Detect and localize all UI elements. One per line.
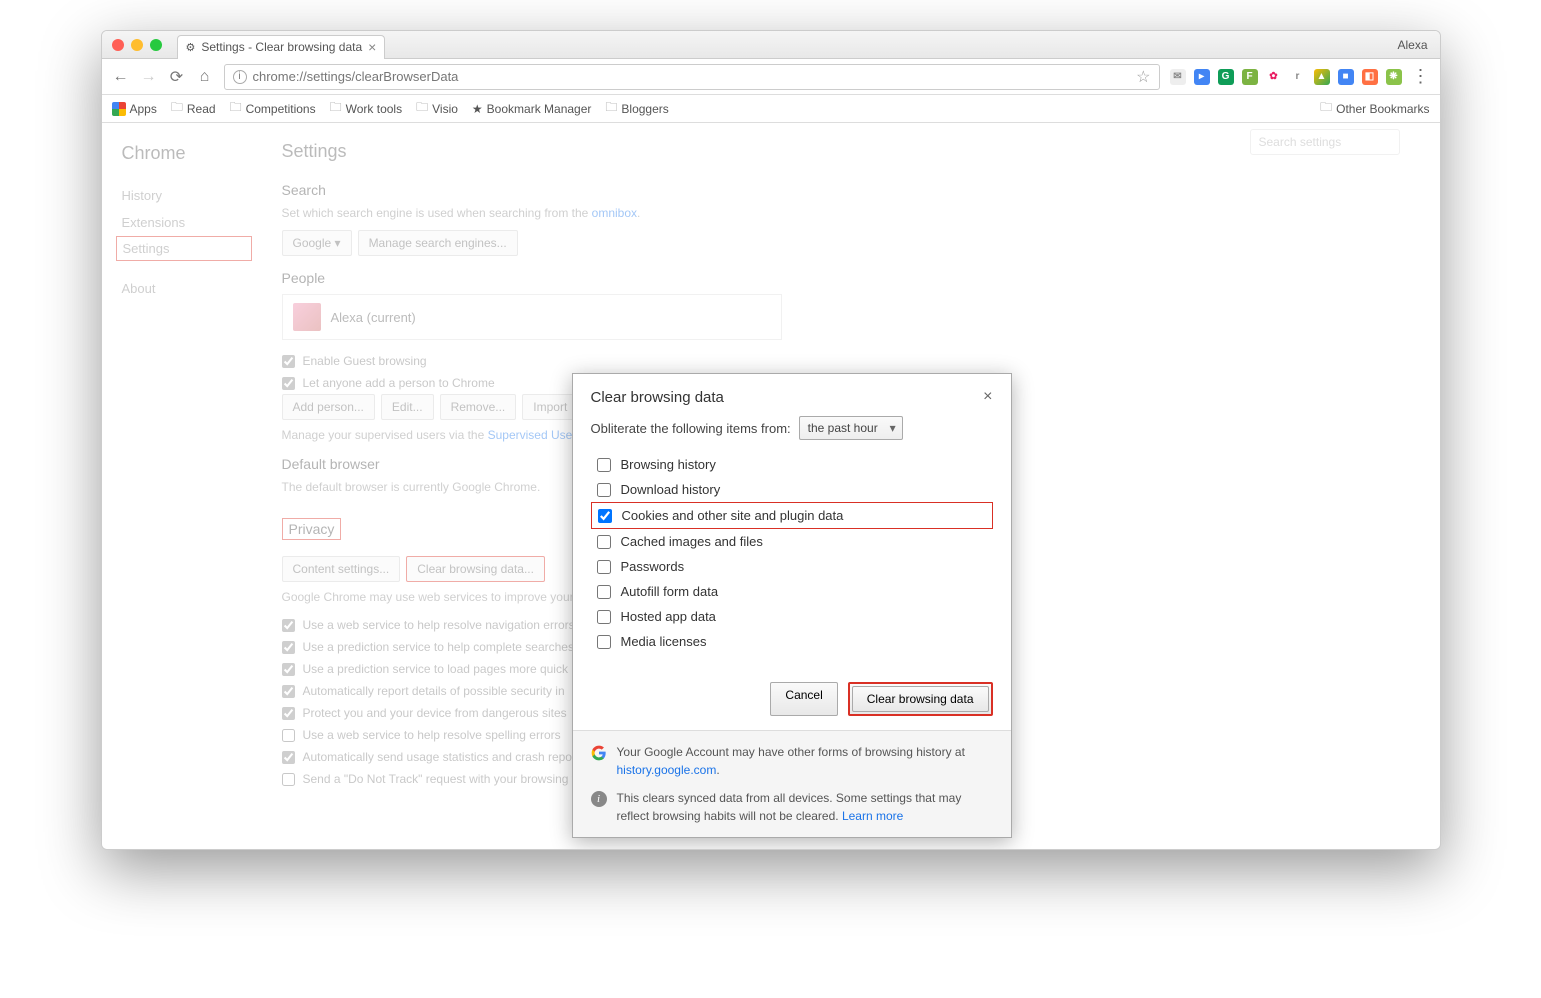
bookmarks-bar: Apps 🗀Read 🗀Competitions 🗀Work tools 🗀Vi…	[102, 95, 1440, 123]
ext-icon[interactable]: ◧	[1362, 69, 1378, 85]
obliterate-label: Obliterate the following items from:	[591, 421, 791, 436]
url-text: chrome://settings/clearBrowserData	[253, 69, 459, 84]
folder-icon: 🗀	[230, 98, 242, 119]
site-info-icon[interactable]: i	[233, 70, 247, 84]
ext-icon[interactable]: ❋	[1386, 69, 1402, 85]
folder-icon: 🗀	[605, 98, 617, 119]
dialog-title: Clear browsing data	[591, 389, 724, 406]
close-tab-icon[interactable]: ×	[368, 39, 376, 55]
bookmark-star-icon[interactable]: ☆	[1136, 67, 1150, 87]
minimize-window-button[interactable]	[131, 39, 143, 51]
tab-title: Settings - Clear browsing data	[201, 40, 362, 54]
cancel-button[interactable]: Cancel	[770, 682, 837, 716]
ext-icon[interactable]: r	[1290, 69, 1306, 85]
ext-icon[interactable]: ▸	[1194, 69, 1210, 85]
browser-window: ⚙ Settings - Clear browsing data × Alexa…	[101, 30, 1441, 850]
reload-button[interactable]: ⟳	[168, 68, 186, 86]
ext-icon[interactable]: ✉	[1170, 69, 1186, 85]
ext-icon[interactable]: G	[1218, 69, 1234, 85]
other-bookmarks[interactable]: 🗀Other Bookmarks	[1320, 98, 1429, 119]
apps-bookmark[interactable]: Apps	[112, 102, 157, 116]
back-button[interactable]: ←	[112, 68, 130, 86]
ext-icon[interactable]: ✿	[1266, 69, 1282, 85]
address-bar[interactable]: i chrome://settings/clearBrowserData ☆	[224, 64, 1160, 90]
menu-button[interactable]: ⋮	[1412, 66, 1430, 87]
close-window-button[interactable]	[112, 39, 124, 51]
star-icon: ★	[472, 102, 483, 116]
clear-data-option[interactable]: Hosted app data	[591, 604, 993, 629]
clear-data-option[interactable]: Autofill form data	[591, 579, 993, 604]
info-icon: i	[591, 791, 607, 807]
home-button[interactable]: ⌂	[196, 68, 214, 86]
clear-browsing-data-dialog: Clear browsing data × Obliterate the fol…	[572, 373, 1012, 838]
time-range-select[interactable]: the past hour	[799, 416, 903, 440]
history-google-link[interactable]: history.google.com	[617, 763, 717, 777]
bookmark-folder[interactable]: 🗀Read	[171, 98, 216, 119]
clear-data-button[interactable]: Clear browsing data	[848, 682, 993, 716]
folder-icon: 🗀	[1320, 98, 1332, 119]
folder-icon: 🗀	[171, 98, 183, 119]
apps-icon	[112, 102, 126, 116]
browser-tab[interactable]: ⚙ Settings - Clear browsing data ×	[177, 35, 386, 59]
bookmark-folder[interactable]: 🗀Visio	[416, 98, 458, 119]
bookmark-folder[interactable]: 🗀Bloggers	[605, 98, 668, 119]
clear-data-option[interactable]: Browsing history	[591, 452, 993, 477]
bookmark-folder[interactable]: 🗀Competitions	[230, 98, 316, 119]
extension-icons: ✉ ▸ G F ✿ r ▲ ■ ◧ ❋	[1170, 69, 1402, 85]
toolbar: ← → ⟳ ⌂ i chrome://settings/clearBrowser…	[102, 59, 1440, 95]
google-icon	[591, 745, 607, 761]
gear-icon: ⚙	[186, 41, 196, 54]
folder-icon: 🗀	[416, 98, 428, 119]
close-dialog-button[interactable]: ×	[983, 388, 992, 406]
bookmark-folder[interactable]: 🗀Work tools	[330, 98, 402, 119]
learn-more-link[interactable]: Learn more	[842, 809, 903, 823]
ext-icon[interactable]: ■	[1338, 69, 1354, 85]
ext-icon[interactable]: F	[1242, 69, 1258, 85]
window-controls	[112, 39, 162, 51]
profile-label[interactable]: Alexa	[1397, 38, 1427, 52]
maximize-window-button[interactable]	[150, 39, 162, 51]
folder-icon: 🗀	[330, 98, 342, 119]
content-area: Chrome History Extensions Settings About…	[102, 123, 1440, 849]
bookmark-item[interactable]: ★Bookmark Manager	[472, 102, 591, 116]
ext-icon[interactable]: ▲	[1314, 69, 1330, 85]
clear-data-option[interactable]: Media licenses	[591, 629, 993, 654]
clear-data-option[interactable]: Passwords	[591, 554, 993, 579]
clear-data-option[interactable]: Download history	[591, 477, 993, 502]
forward-button[interactable]: →	[140, 68, 158, 86]
clear-data-option[interactable]: Cookies and other site and plugin data	[591, 502, 993, 529]
clear-data-option[interactable]: Cached images and files	[591, 529, 993, 554]
titlebar: ⚙ Settings - Clear browsing data × Alexa	[102, 31, 1440, 59]
